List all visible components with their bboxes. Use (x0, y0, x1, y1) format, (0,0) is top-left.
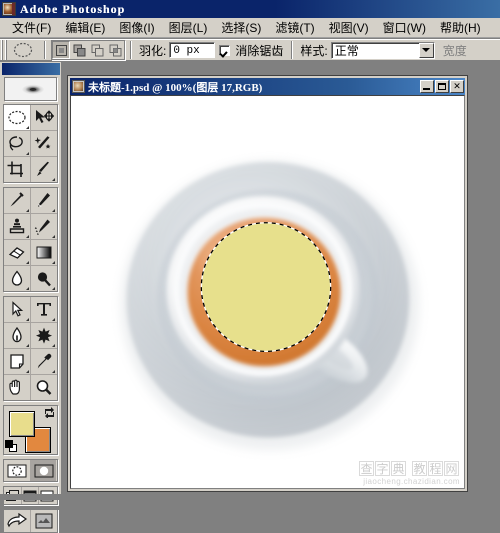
document-canvas-area[interactable]: 查 字 典 教 程 网 jiaocheng.chazidian.com (70, 95, 465, 489)
toolbox-titlebar[interactable] (2, 63, 60, 75)
blur-tool[interactable] (4, 266, 30, 291)
new-selection-button[interactable] (52, 41, 70, 59)
document-title: 未标题-1.psd @ 100%(图层 17,RGB) (88, 81, 263, 94)
toolbox-palette (0, 62, 62, 533)
lasso-tool[interactable] (4, 131, 30, 156)
options-separator-2 (130, 41, 132, 59)
menu-item-image[interactable]: 图像(I) (112, 17, 161, 38)
eye-preview-icon[interactable] (4, 77, 57, 101)
document-window: 未标题-1.psd @ 100%(图层 17,RGB) ✕ 查 字 典 教 程 … (67, 75, 468, 492)
menu-item-select[interactable]: 选择(S) (214, 17, 268, 38)
intersect-with-selection-button[interactable] (106, 41, 124, 59)
default-colors-icon[interactable] (5, 440, 17, 452)
document-icon (72, 80, 85, 93)
app-titlebar: Adobe Photoshop (0, 0, 500, 18)
dodge-tool[interactable] (30, 266, 56, 291)
flyout-indicator (26, 126, 29, 129)
chevron-down-icon[interactable] (418, 42, 434, 58)
menubar: 文件(F) 编辑(E) 图像(I) 图层(L) 选择(S) 滤镜(T) 视图(V… (0, 18, 500, 38)
style-label: 样式: (300, 43, 328, 58)
marquee-tool[interactable] (4, 105, 30, 130)
app-bottom-strip (0, 494, 500, 500)
style-value: 正常 (334, 43, 359, 58)
mask-mode-group (3, 459, 58, 482)
zoom-tool[interactable] (30, 375, 56, 400)
swap-colors-icon[interactable] (44, 407, 55, 419)
color-swatches (3, 405, 58, 455)
shape-tool[interactable] (30, 323, 56, 348)
antialias-checkbox-wrap[interactable]: 消除锯齿 (219, 42, 286, 59)
menu-item-help[interactable]: 帮助(H) (433, 17, 488, 38)
photoshop-app-window: Adobe Photoshop 文件(F) 编辑(E) 图像(I) 图层(L) … (0, 0, 500, 533)
imageready-preview-button[interactable] (30, 510, 56, 532)
feather-input[interactable]: 0 px (169, 42, 216, 58)
clone-stamp-tool[interactable] (4, 214, 30, 239)
menu-item-filter[interactable]: 滤镜(T) (268, 17, 321, 38)
menu-item-edit[interactable]: 编辑(E) (58, 17, 112, 38)
app-title: Adobe Photoshop (20, 1, 126, 16)
jump-to-group (3, 509, 58, 533)
eyedropper-tool[interactable] (30, 349, 56, 374)
menu-item-window[interactable]: 窗口(W) (376, 17, 433, 38)
crop-tool[interactable] (4, 157, 30, 182)
elliptical-marquee-icon[interactable] (10, 40, 36, 60)
close-button[interactable]: ✕ (450, 80, 464, 93)
add-to-selection-button[interactable] (70, 41, 88, 59)
tool-group-retouch (3, 187, 58, 292)
menu-item-file[interactable]: 文件(F) (5, 17, 58, 38)
tool-group-selection (3, 104, 58, 183)
image-canvas[interactable] (71, 96, 464, 488)
history-brush-tool[interactable] (30, 214, 56, 239)
gradient-tool[interactable] (30, 240, 56, 265)
jump-to-imageready-button[interactable] (4, 510, 30, 532)
document-titlebar[interactable]: 未标题-1.psd @ 100%(图层 17,RGB) ✕ (70, 78, 465, 95)
selection-mode-group (51, 40, 125, 60)
menu-item-layer[interactable]: 图层(L) (162, 17, 215, 38)
type-tool[interactable] (30, 297, 56, 322)
healing-brush-tool[interactable] (4, 188, 30, 213)
hand-tool[interactable] (4, 375, 30, 400)
antialias-label: 消除锯齿 (235, 43, 284, 58)
width-label: 宽度 (442, 43, 467, 58)
notes-tool[interactable] (4, 349, 30, 374)
minimize-button[interactable] (420, 80, 434, 93)
tool-group-vector (3, 296, 58, 401)
pen-tool[interactable] (4, 323, 30, 348)
move-tool[interactable] (30, 105, 56, 130)
eraser-tool[interactable] (4, 240, 30, 265)
path-selection-tool[interactable] (4, 297, 30, 322)
tool-options-bar: 羽化: 0 px 消除锯齿 样式: 正常 宽度 (0, 39, 500, 61)
standard-mode-button[interactable] (4, 460, 30, 481)
subtract-from-selection-button[interactable] (88, 41, 106, 59)
options-separator-3 (291, 41, 294, 59)
magic-wand-tool[interactable] (30, 131, 56, 156)
options-separator-1 (44, 41, 46, 59)
quick-mask-mode-button[interactable] (30, 460, 56, 481)
menu-item-view[interactable]: 视图(V) (322, 17, 376, 38)
brush-tool[interactable] (30, 188, 56, 213)
feather-label: 羽化: (139, 43, 167, 58)
slice-tool[interactable] (30, 157, 56, 182)
maximize-button[interactable] (435, 80, 449, 93)
photoshop-app-icon[interactable] (2, 2, 16, 16)
foreground-color-swatch[interactable] (9, 411, 35, 437)
antialias-checkbox[interactable] (219, 44, 231, 56)
options-bar-grip[interactable] (1, 40, 8, 60)
style-dropdown[interactable]: 正常 (330, 41, 435, 59)
